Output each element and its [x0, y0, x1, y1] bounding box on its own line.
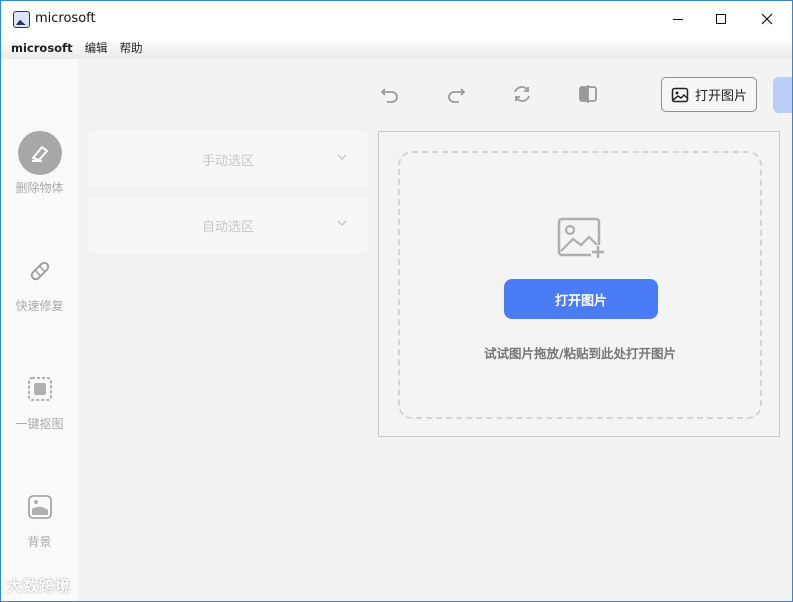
tool-one-click-cutout[interactable]: 一键抠图 [1, 367, 78, 457]
tool-label: 删除物体 [15, 181, 64, 195]
close-icon [761, 13, 773, 25]
open-image-button-label: 打开图片 [554, 293, 607, 309]
drop-zone[interactable]: 打开图片 试试图片拖放/粘贴到此处打开图片 [398, 151, 762, 419]
minimize-icon [673, 18, 683, 20]
auto-selection-label: 自动选区 [201, 219, 254, 235]
compare-button[interactable] [575, 81, 601, 107]
open-image-label: 打开图片 [694, 89, 747, 104]
reset-button[interactable] [509, 81, 535, 107]
drop-hint: 试试图片拖放/粘贴到此处打开图片 [483, 346, 677, 361]
watermark: 大数跨境 [7, 577, 72, 595]
background-icon [18, 485, 62, 529]
open-image-button[interactable]: 打开图片 [504, 279, 658, 319]
window-title: microsoft [35, 11, 96, 26]
add-image-icon [557, 217, 605, 259]
tool-remove-object[interactable]: 删除物体 [1, 131, 78, 221]
app-icon [13, 11, 30, 28]
maximize-button[interactable] [698, 1, 744, 37]
open-image-button-top[interactable]: 打开图片 [661, 77, 757, 112]
auto-selection-panel[interactable]: 自动选区 [88, 197, 368, 253]
menu-help[interactable]: 帮助 [120, 40, 143, 56]
tool-quick-repair[interactable]: 快速修复 [1, 249, 78, 339]
title-bar: microsoft [1, 1, 792, 37]
cutout-icon [18, 367, 62, 411]
menu-edit[interactable]: 编辑 [85, 40, 108, 56]
chevron-down-icon [337, 154, 347, 161]
refresh-icon [514, 86, 530, 102]
maximize-icon [716, 14, 726, 24]
app-window: microsoft microsoft 编辑 帮助 删除物体 快速修复 一键抠图… [0, 0, 793, 602]
tool-label: 快速修复 [15, 299, 64, 313]
undo-button[interactable] [377, 81, 403, 107]
manual-selection-panel[interactable]: 手动选区 [88, 131, 368, 187]
close-button[interactable] [744, 1, 790, 37]
menu-bar: microsoft 编辑 帮助 [1, 37, 792, 59]
eraser-icon [17, 131, 62, 175]
bandage-icon [18, 249, 62, 293]
side-panel-tab[interactable] [773, 77, 792, 113]
redo-button[interactable] [443, 81, 469, 107]
tool-label: 背景 [27, 535, 52, 549]
redo-icon [448, 88, 466, 103]
tool-sidebar: 删除物体 快速修复 一键抠图 背景 [1, 59, 78, 601]
compare-icon [579, 85, 597, 103]
image-icon [671, 87, 689, 102]
tool-background[interactable]: 背景 [1, 485, 78, 575]
image-canvas: 打开图片 试试图片拖放/粘贴到此处打开图片 [378, 131, 780, 437]
minimize-button[interactable] [655, 1, 701, 37]
undo-icon [380, 88, 398, 103]
manual-selection-label: 手动选区 [201, 153, 254, 169]
tool-label: 一键抠图 [15, 417, 64, 431]
menu-app[interactable]: microsoft [11, 41, 73, 55]
chevron-down-icon [337, 220, 347, 227]
